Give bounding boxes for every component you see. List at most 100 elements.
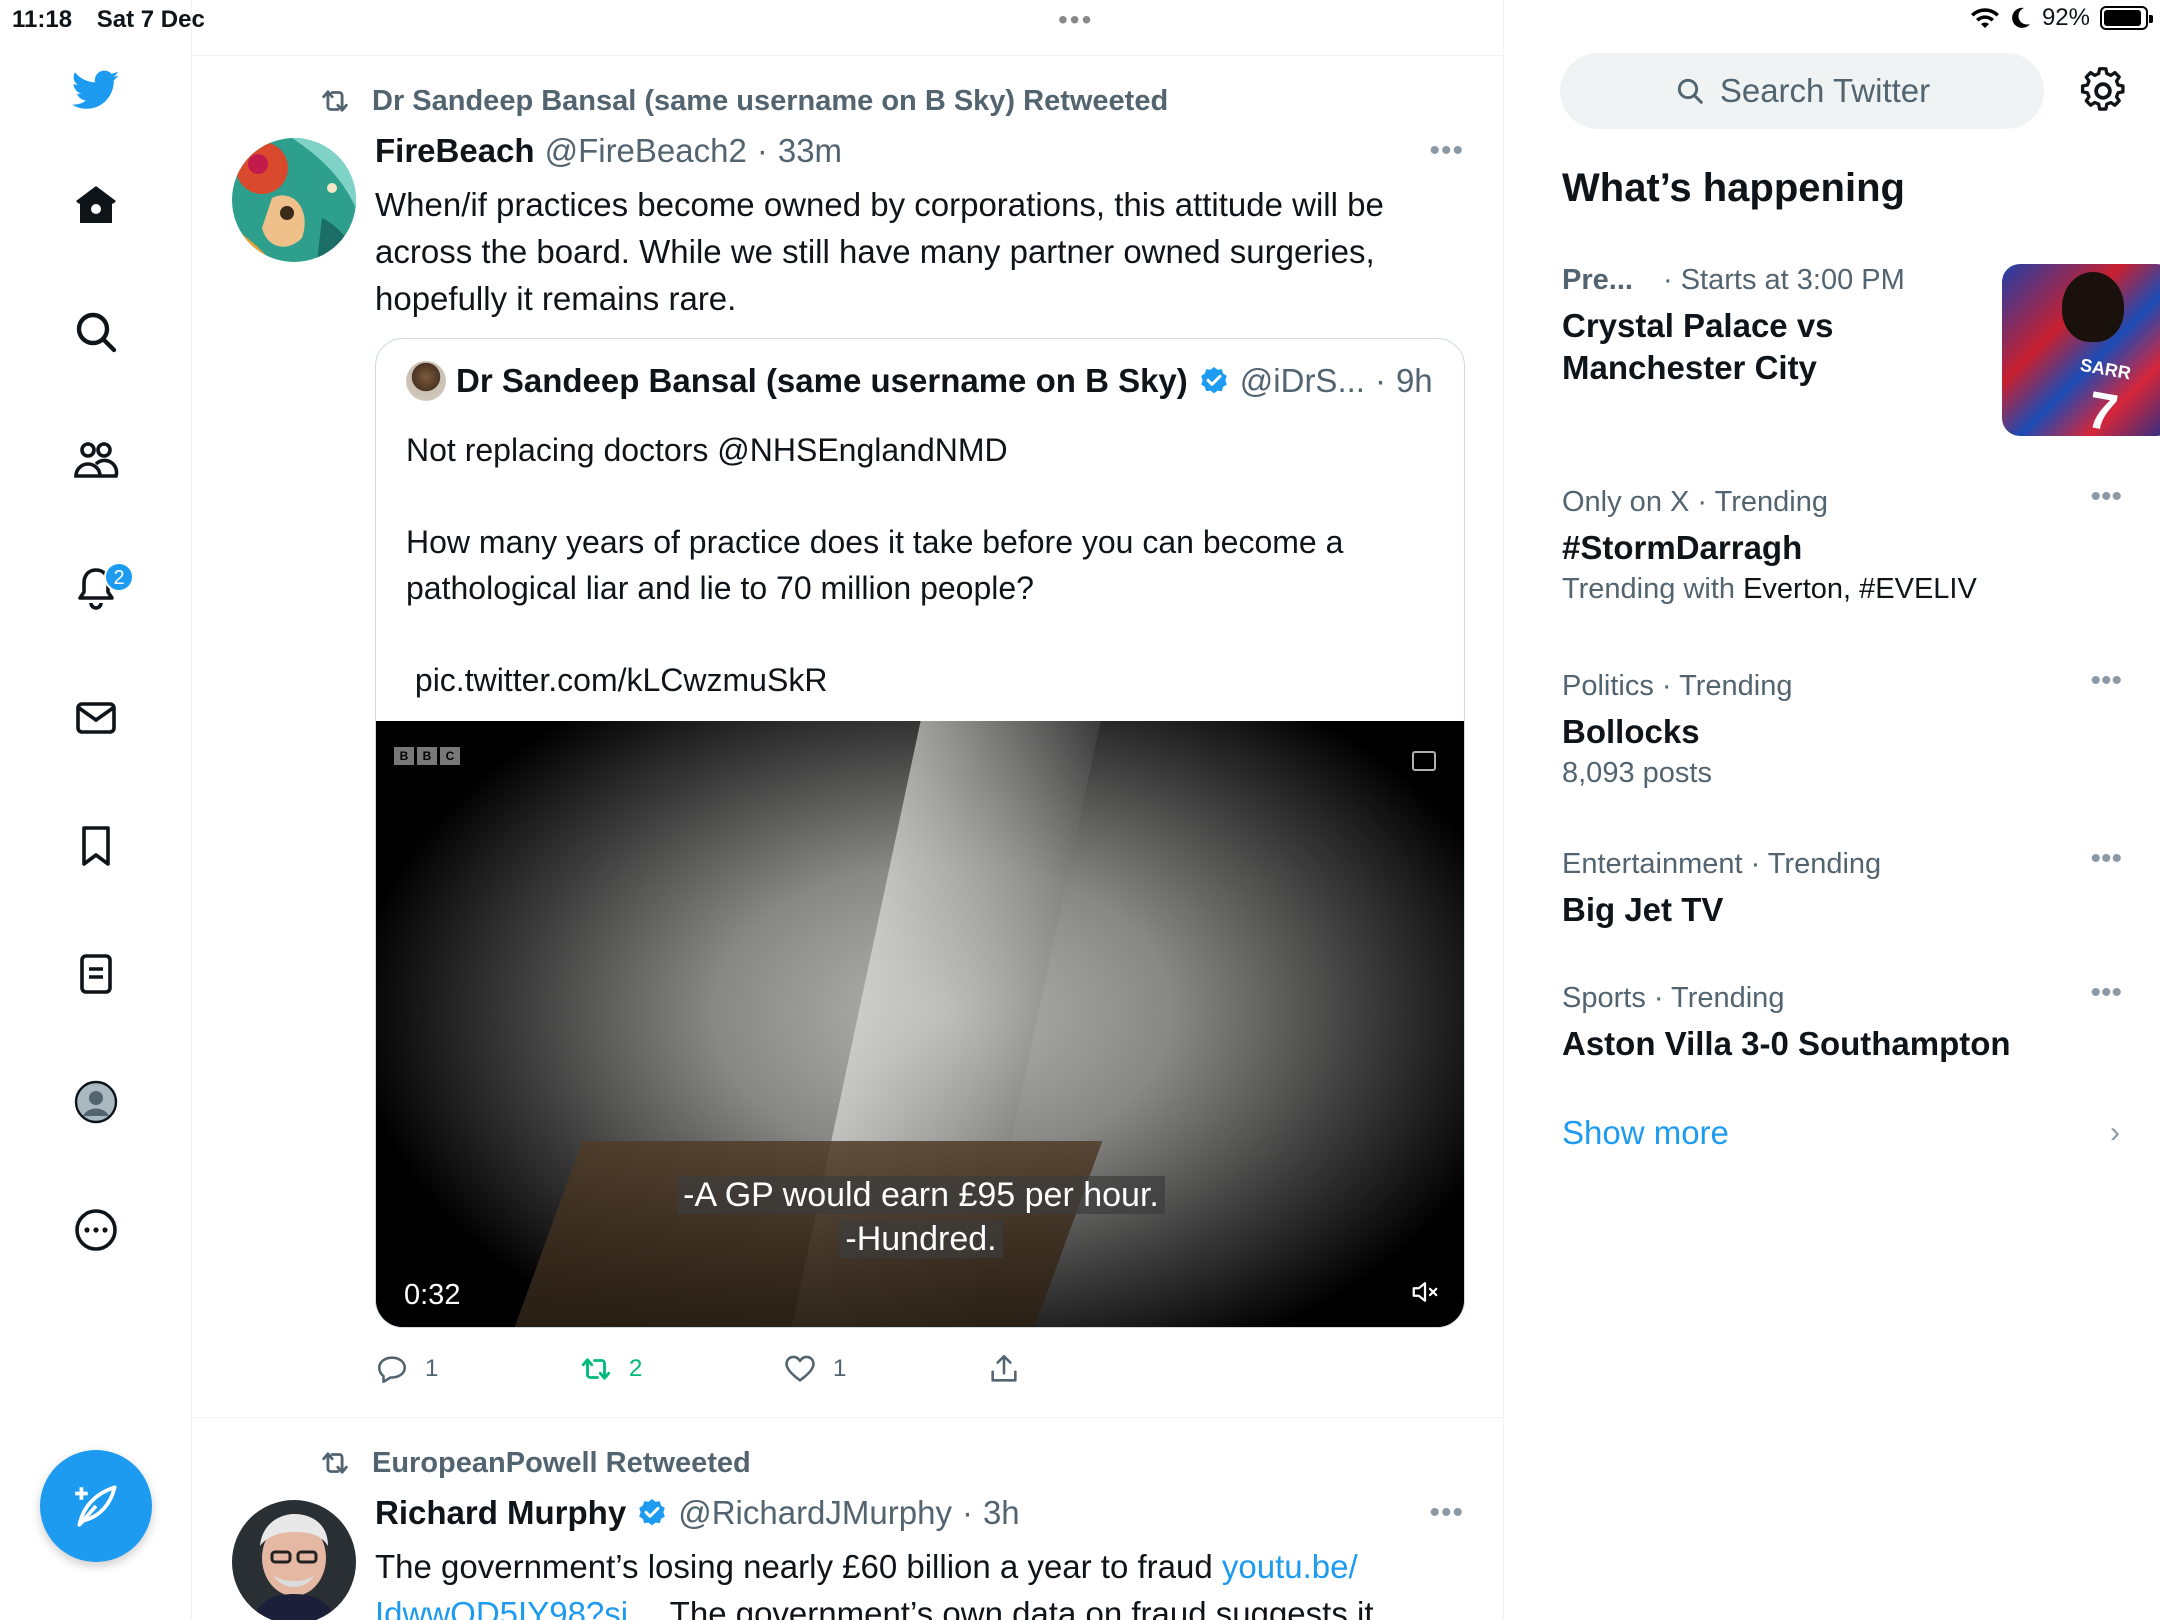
like-button[interactable]: 1 (783, 1352, 987, 1386)
compose-icon (75, 1485, 117, 1527)
more-icon[interactable] (64, 1198, 128, 1262)
retweet-context[interactable]: EuropeanPowell Retweeted (316, 1446, 751, 1480)
tweet-header: Richard Murphy @RichardJMurphy · 3h (375, 1494, 1020, 1532)
trend-meta: Sports · Trending (1562, 982, 1785, 1014)
gear-icon[interactable] (2078, 66, 2128, 116)
tweet[interactable]: Dr Sandeep Bansal (same username on B Sk… (192, 56, 1503, 1418)
subtitle-line-2: -Hundred. (839, 1220, 1003, 1258)
tweet-time[interactable]: 3h (983, 1494, 1020, 1532)
profile-icon[interactable] (64, 1070, 128, 1134)
author-name[interactable]: Richard Murphy (375, 1494, 626, 1532)
separator: · (961, 1494, 973, 1531)
author-name[interactable]: FireBeach (375, 132, 535, 170)
verified-icon (1200, 367, 1227, 394)
quote-time[interactable]: 9h (1396, 362, 1433, 400)
like-count: 1 (833, 1355, 847, 1382)
trend-sub: Trending with Everton, #EVELIV (1562, 573, 1977, 605)
tweet-more-icon[interactable]: ••• (1429, 1496, 1464, 1530)
home-icon[interactable] (64, 173, 128, 237)
trend-title: Bollocks (1562, 713, 1700, 750)
retweet-context[interactable]: Dr Sandeep Bansal (same username on B Sk… (316, 84, 1168, 118)
share-icon (991, 1354, 1017, 1382)
separator: · (756, 132, 768, 169)
trend-title: Crystal Palace vs Manchester City (1562, 307, 1834, 386)
tweet[interactable]: EuropeanPowell Retweeted Richard Murphy … (192, 1418, 1503, 1620)
tweet-time[interactable]: 33m (778, 132, 842, 170)
twitter-bird-icon[interactable] (64, 58, 128, 122)
bbc-logo: BBC (394, 747, 460, 765)
tweet-text: The government’s losing nearly £60 billi… (375, 1543, 1455, 1620)
bookmark-icon[interactable] (64, 814, 128, 878)
retweet-button[interactable]: 2 (579, 1352, 783, 1386)
subtitle-line-1: -A GP would earn £95 per hour. (677, 1176, 1165, 1214)
search-placeholder: Search Twitter (1719, 72, 1931, 109)
trend-more-icon[interactable]: ••• (2090, 664, 2122, 698)
tweet-text-end: The government’s own data on fraud sugge… (661, 1595, 1374, 1620)
tweet-text-start: The government’s losing nearly £60 billi… (375, 1548, 1222, 1585)
chevron-right-icon[interactable]: › (2110, 1116, 2120, 1150)
reply-button[interactable]: 1 (375, 1352, 579, 1386)
trend-item[interactable]: Pre... · Starts at 3:00 PM Crystal Palac… (1562, 264, 2160, 444)
trend-title: Aston Villa 3-0 Southampton (1562, 1025, 2011, 1062)
video-subtitles: -A GP would earn £95 per hour. -Hundred. (376, 1173, 1464, 1261)
quote-author-handle[interactable]: @iDrS... (1240, 362, 1365, 400)
trend-more-icon[interactable]: ••• (2090, 842, 2122, 876)
section-title: What’s happening (1562, 166, 1905, 210)
author-handle[interactable]: @RichardJMurphy (678, 1494, 952, 1532)
tweet-text: When/if practices become owned by corpor… (375, 186, 1384, 317)
avatar[interactable] (232, 1500, 356, 1620)
trend-meta: Politics · Trending (1562, 670, 1793, 702)
trend-meta: Only on X · Trending (1562, 486, 1828, 518)
quote-line-2: How many years of practice does it take … (406, 524, 1344, 606)
trend-meta: Entertainment · Trending (1562, 848, 1882, 880)
reply-count: 1 (425, 1355, 439, 1382)
retweet-icon (581, 1358, 611, 1380)
communities-icon[interactable] (64, 428, 128, 492)
retweet-count: 2 (629, 1355, 643, 1382)
quote-text: Not replacing doctors @NHSEnglandNMD How… (406, 427, 1436, 749)
trend-category: Pre... (1562, 264, 1633, 296)
retweeted-by: EuropeanPowell Retweeted (372, 1446, 751, 1479)
share-button[interactable] (987, 1352, 1191, 1386)
compose-button[interactable] (40, 1450, 152, 1562)
quote-line-1: Not replacing doctors @NHSEnglandNMD (406, 432, 1008, 468)
trend-item[interactable]: Entertainment · Trending Big Jet TV ••• (1562, 842, 2122, 931)
tweet-header: FireBeach @FireBeach2 · 33m (375, 132, 842, 170)
author-handle[interactable]: @FireBeach2 (545, 132, 747, 170)
quoted-tweet[interactable]: Dr Sandeep Bansal (same username on B Sk… (375, 338, 1465, 1328)
left-nav: 2 (0, 0, 192, 1620)
search-icon (1677, 78, 1703, 104)
bell-icon[interactable]: 2 (64, 556, 134, 620)
mute-icon[interactable] (1410, 1277, 1440, 1307)
trend-image: SARR 7 (2002, 264, 2160, 436)
show-more-link[interactable]: Show more (1562, 1114, 1729, 1152)
quote-author-name[interactable]: Dr Sandeep Bansal (same username on B Sk… (456, 362, 1188, 400)
retweeted-by: Dr Sandeep Bansal (same username on B Sk… (372, 84, 1169, 117)
notifications-badge: 2 (104, 562, 134, 592)
video-player[interactable]: BBC -A GP would earn £95 per hour. -Hund… (376, 721, 1464, 1327)
trend-more-icon[interactable]: ••• (2090, 976, 2122, 1010)
mail-icon[interactable] (64, 686, 128, 750)
tweet-more-icon[interactable]: ••• (1429, 134, 1464, 168)
avatar[interactable] (406, 361, 446, 401)
captions-icon[interactable] (1412, 751, 1436, 771)
avatar[interactable] (232, 138, 356, 262)
reply-icon (377, 1356, 407, 1384)
trend-title: #StormDarragh (1562, 529, 1803, 566)
search-input[interactable]: Search Twitter (1560, 53, 2044, 129)
trend-post-count: 8,093 posts (1562, 757, 1712, 789)
like-icon (785, 1355, 815, 1382)
search-icon[interactable] (64, 300, 128, 364)
quote-link[interactable]: pic.twitter.com/kLCwzmuSkR (406, 657, 1436, 703)
trend-item[interactable]: Sports · Trending Aston Villa 3-0 Southa… (1562, 976, 2122, 1065)
right-sidebar: Search Twitter What’s happening Pre... ·… (1504, 0, 2160, 1620)
retweet-icon (322, 90, 348, 112)
retweet-icon (322, 1452, 348, 1474)
main-feed: Dr Sandeep Bansal (same username on B Sk… (192, 0, 1504, 1620)
trend-more-icon[interactable]: ••• (2090, 480, 2122, 514)
trend-item[interactable]: Only on X · Trending #StormDarragh Trend… (1562, 480, 2122, 606)
lists-icon[interactable] (64, 942, 128, 1006)
trend-title: Big Jet TV (1562, 891, 1724, 928)
trend-item[interactable]: Politics · Trending Bollocks 8,093 posts… (1562, 664, 2122, 790)
quote-header: Dr Sandeep Bansal (same username on B Sk… (406, 361, 1433, 401)
